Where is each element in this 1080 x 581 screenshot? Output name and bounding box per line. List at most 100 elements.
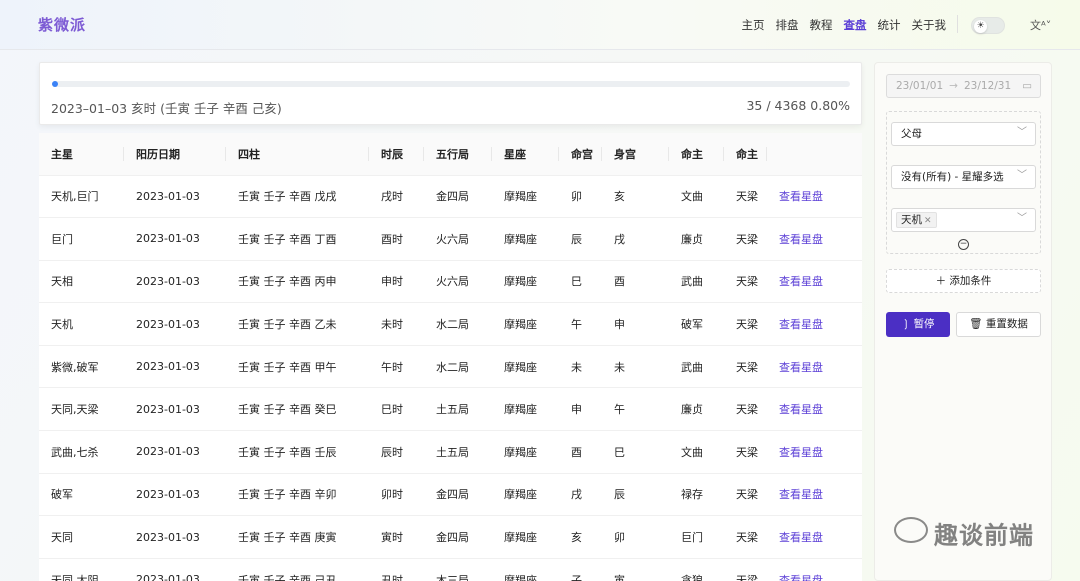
table-cell: 巳 (559, 260, 602, 304)
table-row: 天同,天梁 2023-01-03 壬寅 壬子 辛酉 癸巳 巳时 土五局 摩羯座申午廉贞 天梁… (39, 387, 862, 432)
table-cell: 壬寅 壬子 辛酉 癸巳 (226, 387, 369, 432)
table-cell: 天机,巨门 (39, 175, 124, 219)
table-cell: 巳时 (369, 387, 424, 432)
column-header: 命宫 (559, 133, 602, 176)
pause-label: 暂停 (913, 318, 935, 330)
table-cell: 亥 (602, 175, 669, 219)
table-cell: 2023-01-03 (124, 430, 226, 474)
table-cell: 天梁 (724, 515, 767, 559)
theme-toggle[interactable]: ☀ (971, 17, 1005, 34)
view-chart-link[interactable]: 查看星盘 (767, 558, 862, 581)
table-cell: 廉贞 (669, 217, 724, 261)
table-cell: 2023-01-03 (124, 345, 226, 389)
stars-select-value: 没有(所有) - 星耀多选 (901, 171, 1004, 183)
column-header (767, 133, 862, 176)
table-cell: 辰 (602, 473, 669, 517)
view-chart-link[interactable]: 查看星盘 (767, 473, 862, 517)
table-cell: 卯时 (369, 473, 424, 517)
star-tag-select[interactable]: 天机 ✕ ﹀ (891, 208, 1036, 232)
table-cell: 摩羯座 (492, 260, 559, 304)
table-cell: 摩羯座 (492, 515, 559, 559)
nav-item-2[interactable]: 教程 (810, 17, 833, 33)
table-cell: 2023-01-03 (124, 175, 226, 219)
table-row: 武曲,七杀 2023-01-03 壬寅 壬子 辛酉 壬辰 辰时 土五局 摩羯座酉巳文曲 天梁… (39, 430, 862, 474)
table-cell: 壬寅 壬子 辛酉 戊戌 (226, 175, 369, 219)
table-cell: 2023-01-03 (124, 260, 226, 304)
column-header-label: 命主 (736, 147, 758, 161)
nav-divider (957, 15, 958, 33)
column-header: 命主 (724, 133, 767, 176)
table-row: 天同,太阴 2023-01-03 壬寅 壬子 辛酉 己丑 丑时 木三局 摩羯座子寅贪狼 天梁… (39, 558, 862, 581)
table-row: 天机 2023-01-03 壬寅 壬子 辛酉 乙未 未时 水二局 摩羯座午申破军 天梁 查看星… (39, 302, 862, 346)
filter-panel: 23/01/01 → 23/12/31 ▭ 父母 ﹀ 没有(所有) - 星耀多选 ﹀… (874, 62, 1052, 581)
table-row: 天同 2023-01-03 壬寅 壬子 辛酉 庚寅 寅时 金四局 摩羯座亥卯巨门 天梁 查看星… (39, 515, 862, 559)
table-cell: 文曲 (669, 175, 724, 219)
view-chart-link[interactable]: 查看星盘 (767, 260, 862, 304)
table-cell: 天同 (39, 515, 124, 559)
watermark-text: 趣谈前端 (934, 521, 1034, 550)
nav-item-5[interactable]: 关于我 (912, 17, 947, 33)
table-cell: 天梁 (724, 430, 767, 474)
table-header-row: 主星 阳历日期 四柱 时辰 五行局 星座 命宫 身宫 命主 命主 (39, 133, 862, 176)
progress-label: 2023–01–03 亥时 (壬寅 壬子 辛酉 己亥) (51, 101, 282, 116)
nav-item-0[interactable]: 主页 (742, 17, 765, 33)
pause-button[interactable]: ❳ 暂停 (886, 312, 950, 337)
table-cell: 摩羯座 (492, 430, 559, 474)
view-chart-link[interactable]: 查看星盘 (767, 430, 862, 474)
stars-select[interactable]: 没有(所有) - 星耀多选 ﹀ (891, 165, 1036, 189)
view-chart-link[interactable]: 查看星盘 (767, 302, 862, 346)
table-cell: 武曲 (669, 260, 724, 304)
table-cell: 水二局 (424, 302, 492, 346)
table-cell: 未时 (369, 302, 424, 346)
loading-icon: ❳ (901, 318, 914, 330)
table-cell: 戌 (559, 473, 602, 517)
date-range-picker[interactable]: 23/01/01 → 23/12/31 ▭ (886, 74, 1041, 98)
main-nav: 主页 排盘 教程 查盘 统计 关于我 (731, 17, 947, 33)
table-cell: 天同,太阴 (39, 558, 124, 581)
table-cell: 壬寅 壬子 辛酉 己丑 (226, 558, 369, 581)
table-cell: 摩羯座 (492, 302, 559, 346)
palace-select[interactable]: 父母 ﹀ (891, 122, 1036, 146)
table-cell: 辰 (559, 217, 602, 261)
table-row: 天机,巨门 2023-01-03 壬寅 壬子 辛酉 戊戌 戌时 金四局 摩羯座卯亥文曲 天梁… (39, 175, 862, 219)
table-cell: 未 (559, 345, 602, 389)
view-chart-link[interactable]: 查看星盘 (767, 345, 862, 389)
table-cell: 摩羯座 (492, 217, 559, 261)
table-cell: 寅时 (369, 515, 424, 559)
view-chart-link[interactable]: 查看星盘 (767, 387, 862, 432)
progress-count: 35 / 4368 0.80% (746, 98, 850, 113)
app-logo[interactable]: 紫微派 (38, 14, 86, 35)
table-cell: 2023-01-03 (124, 217, 226, 261)
table-cell: 金四局 (424, 473, 492, 517)
condition-box: 父母 ﹀ 没有(所有) - 星耀多选 ﹀ 天机 ✕ ﹀ − (886, 111, 1041, 254)
column-header: 阳历日期 (124, 133, 226, 176)
table-cell: 土五局 (424, 430, 492, 474)
reset-button[interactable]: 🗑 重置数据 (956, 312, 1041, 337)
column-header: 身宫 (602, 133, 669, 176)
close-icon[interactable]: ✕ (924, 216, 932, 226)
view-chart-link[interactable]: 查看星盘 (767, 217, 862, 261)
nav-item-4[interactable]: 统计 (878, 17, 901, 33)
add-condition-button[interactable]: ＋ 添加条件 (886, 269, 1041, 293)
remove-condition-icon[interactable]: − (958, 239, 969, 250)
column-header-label: 主星 (51, 147, 73, 161)
view-chart-link[interactable]: 查看星盘 (767, 515, 862, 559)
date-start: 23/01/01 (896, 80, 944, 92)
nav-item-1[interactable]: 排盘 (776, 17, 799, 33)
star-tag: 天机 ✕ (896, 212, 937, 228)
nav-item-3[interactable]: 查盘 (844, 17, 867, 33)
translate-icon[interactable]: 文ᴬ˅ (1030, 17, 1051, 33)
table-cell: 壬寅 壬子 辛酉 丁酉 (226, 217, 369, 261)
column-header-label: 身宫 (614, 147, 636, 161)
watermark: 趣谈前端 (894, 514, 1054, 554)
table-cell: 戌 (602, 217, 669, 261)
column-header-label: 四柱 (238, 147, 260, 161)
chevron-down-icon: ﹀ (1017, 127, 1027, 138)
table-cell: 水二局 (424, 345, 492, 389)
table-cell: 午 (559, 302, 602, 346)
table-cell: 辰时 (369, 430, 424, 474)
view-chart-link[interactable]: 查看星盘 (767, 175, 862, 219)
table-cell: 火六局 (424, 217, 492, 261)
plus-icon: ＋ (935, 275, 950, 287)
results-table: 主星 阳历日期 四柱 时辰 五行局 星座 命宫 身宫 命主 命主 天机,巨门 2023-01-03 壬… (39, 133, 862, 581)
